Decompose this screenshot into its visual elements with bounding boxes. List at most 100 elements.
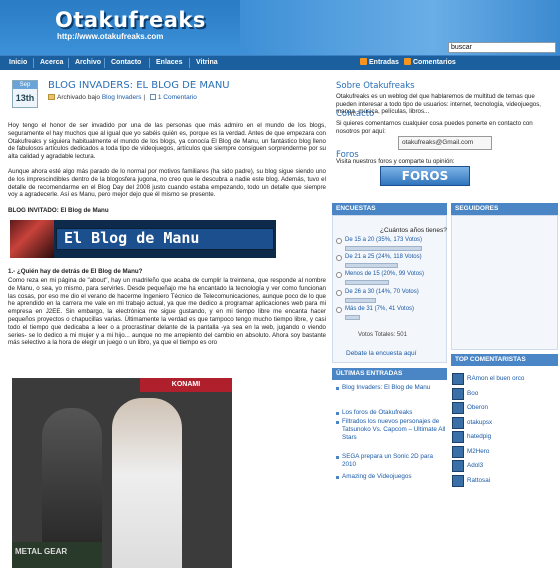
post-paragraph: Como reza en mi página de "about", hay u…: [8, 277, 326, 347]
nav-item-enlaces[interactable]: Enlaces: [156, 56, 182, 70]
post-subheading: BLOG INVITADO: El Blog de Manu: [8, 207, 109, 214]
banner-text: El Blog de Manu: [64, 229, 200, 247]
commenter-name[interactable]: RAmon el buen orco: [467, 375, 524, 382]
avatar: [452, 431, 464, 443]
post: Sep 13th BLOG INVADERS: EL BLOG DE MANU …: [8, 76, 326, 568]
commenter-row[interactable]: Boo: [452, 387, 558, 400]
about-title: Sobre Otakufreaks: [336, 81, 415, 91]
commenter-row[interactable]: M2Hero: [452, 445, 558, 458]
commenter-row[interactable]: hatedpig: [452, 431, 558, 443]
post-comments-link[interactable]: 1 Comentario: [158, 94, 197, 101]
latest-entry-link[interactable]: Amazing de Videojuegos: [342, 473, 448, 481]
nav-divider: [189, 58, 190, 68]
nav-item-acerca[interactable]: Acerca: [40, 56, 63, 70]
avatar: [452, 387, 464, 400]
ultimas-header: ÚLTIMAS ENTRADAS: [332, 368, 447, 380]
bullet-icon: [336, 421, 339, 424]
post-meta: Archivado bajo Blog Invaders | 1 Comenta…: [48, 94, 197, 101]
bullet-icon: [336, 412, 339, 415]
poll-radio[interactable]: [336, 290, 342, 296]
character-portrait: [10, 220, 54, 258]
foros-text: Visita nuestros foros y comparte tu opin…: [336, 158, 455, 165]
gmail-contact-link[interactable]: otakufreaks@Gmail.com: [398, 136, 492, 150]
bullet-icon: [336, 387, 339, 390]
latest-entry-link[interactable]: Blog Invaders: El Blog de Manu: [342, 384, 448, 392]
post-question: 1.- ¿Quién hay de detrás de El Blog de M…: [8, 268, 143, 275]
commenter-name[interactable]: Oberon: [467, 404, 488, 411]
poll-radio[interactable]: [336, 307, 342, 313]
commenter-row[interactable]: Rattosai: [452, 474, 558, 487]
poll-option-label: De 15 a 20 (35%, 173 Votos): [345, 237, 423, 243]
commenter-row[interactable]: Adol3: [452, 460, 558, 472]
post-meta-archived: Archivado bajo: [57, 94, 100, 101]
commenter-row[interactable]: Oberon: [452, 402, 558, 414]
latest-entry-link[interactable]: SEGA prepara un Sonic 2D para 2010: [342, 453, 448, 469]
post-photo: KONAMI METAL GEAR: [12, 378, 232, 568]
avatar: [452, 445, 464, 458]
bullet-icon: [336, 476, 339, 479]
rss-icon: [404, 58, 411, 65]
post-meta-separator: |: [143, 94, 146, 101]
post-date-month: Sep: [13, 81, 37, 89]
top-header: TOP COMENTARISTAS: [451, 354, 558, 366]
poll-bar: [345, 246, 422, 251]
commenter-row[interactable]: otakupsx: [452, 416, 558, 429]
foros-button[interactable]: FOROS: [380, 166, 470, 186]
poll-option[interactable]: Más de 31 (7%, 41 Votos): [336, 306, 446, 323]
post-category-link[interactable]: Blog Invaders: [102, 94, 142, 101]
poll-option-label: De 21 a 25 (24%, 118 Votos): [345, 254, 422, 260]
commenter-row[interactable]: RAmon el buen orco: [452, 373, 558, 385]
person-right: [112, 398, 182, 568]
post-title[interactable]: BLOG INVADERS: EL BLOG DE MANU: [48, 80, 230, 91]
commenter-name[interactable]: hatedpig: [467, 433, 491, 440]
bullet-icon: [336, 456, 339, 459]
seguidores-panel: [451, 215, 558, 350]
poll-radio[interactable]: [336, 272, 342, 278]
search-input[interactable]: buscar: [448, 42, 556, 53]
nav-item-vitrina[interactable]: Vitrina: [196, 56, 218, 70]
nav-item-inicio[interactable]: Inicio: [9, 56, 27, 70]
commenter-name[interactable]: Boo: [467, 390, 478, 397]
blog-banner-image: El Blog de Manu: [10, 220, 276, 258]
nav-divider: [104, 58, 105, 68]
latest-entry-link[interactable]: Los foros de Otakufreaks: [342, 409, 448, 417]
avatar: [452, 474, 464, 487]
poll-question: ¿Cuántos años tienes?: [380, 227, 447, 234]
feed-comentarios-link[interactable]: Comentarios: [404, 56, 456, 70]
commenter-name[interactable]: M2Hero: [467, 448, 489, 455]
feed-entradas-link[interactable]: Entradas: [360, 56, 399, 70]
nav-item-archivo[interactable]: Archivo: [75, 56, 101, 70]
poll-option[interactable]: De 26 a 30 (14%, 70 Votos): [336, 289, 446, 306]
avatar: [452, 416, 464, 429]
nav-divider: [68, 58, 69, 68]
site-title[interactable]: Otakufreaks: [55, 8, 206, 32]
site-url[interactable]: http://www.otakufreaks.com: [57, 32, 163, 41]
encuestas-header: ENCUESTAS: [332, 203, 447, 215]
nav-divider: [149, 58, 150, 68]
nav-item-contacto[interactable]: Contacto: [111, 56, 141, 70]
konami-sign: KONAMI: [140, 378, 232, 392]
poll-bar: [345, 298, 376, 303]
commenter-name[interactable]: Rattosai: [467, 477, 490, 484]
commenter-name[interactable]: otakupsx: [467, 419, 492, 426]
nav-divider: [33, 58, 34, 68]
poll-option-label: Más de 31 (7%, 41 Votos): [345, 306, 415, 312]
main-nav: Inicio Acerca Archivo Contacto Enlaces V…: [0, 55, 560, 70]
poll-radio[interactable]: [336, 238, 342, 244]
folder-icon: [48, 94, 55, 100]
avatar: [452, 402, 464, 414]
poll-debate-link[interactable]: Debate la encuesta aquí: [346, 350, 416, 357]
rss-icon: [360, 58, 367, 65]
poll-option[interactable]: De 21 a 25 (24%, 118 Votos): [336, 254, 446, 271]
feed-entradas-label: Entradas: [369, 59, 399, 66]
votes-total: Votos Totales: 501: [358, 332, 407, 338]
mgs-poster: METAL GEAR: [12, 542, 102, 568]
site-header: Otakufreaks http://www.otakufreaks.com b…: [0, 0, 560, 55]
poll-radio[interactable]: [336, 255, 342, 261]
poll-bar: [345, 280, 389, 285]
commenter-name[interactable]: Adol3: [467, 462, 483, 469]
contact-title: Contacto: [336, 109, 375, 119]
poll-option[interactable]: De 15 a 20 (35%, 173 Votos): [336, 237, 446, 254]
latest-entry-link[interactable]: Filtrados los nuevos personajes de Tatsu…: [342, 418, 448, 442]
poll-option[interactable]: Menos de 15 (20%, 99 Votos): [336, 271, 446, 288]
